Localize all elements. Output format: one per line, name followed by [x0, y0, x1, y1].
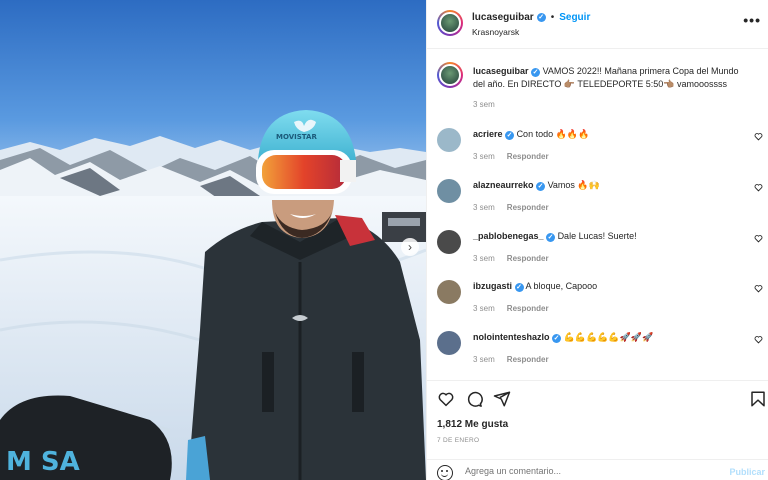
separator-dot: •: [550, 12, 555, 23]
caption-time[interactable]: 3 sem: [473, 100, 495, 109]
comment-meta: 3 sem Responder: [473, 203, 549, 212]
comment-username[interactable]: ibzugasti: [473, 281, 512, 291]
verified-badge-icon: ✓: [531, 68, 541, 77]
comment-text: Vamos 🔥🙌: [547, 180, 600, 190]
share-icon[interactable]: [493, 390, 511, 408]
comment-text: A bloque, Capooo: [525, 281, 598, 291]
next-photo-button[interactable]: ›: [401, 238, 419, 256]
author-username[interactable]: lucaseguibar: [472, 12, 534, 23]
comment-username[interactable]: alazneaurreko: [473, 180, 534, 190]
post-header: lucaseguibar ✓ • Seguir Krasnoyarsk •••: [427, 0, 768, 49]
comment-username[interactable]: _pablobenegas_: [473, 231, 544, 241]
comments-list: lucaseguibar ✓ VAMOS 2022!! Mañana prime…: [427, 50, 768, 378]
post-date: 7 DE ENERO: [437, 437, 480, 444]
publish-button[interactable]: Publicar: [729, 467, 765, 477]
comment-time[interactable]: 3 sem: [473, 304, 495, 313]
reply-button[interactable]: Responder: [507, 203, 549, 212]
heart-icon[interactable]: [437, 390, 455, 408]
comment-body: nolointenteshazlo ✓ 💪💪💪💪💪🚀🚀🚀: [473, 331, 743, 344]
photo-illustration: M SA MOVISTAR: [0, 0, 426, 480]
comment-body: ibzugasti ✓ A bloque, Capooo: [473, 280, 743, 293]
comment-icon[interactable]: [465, 390, 483, 408]
comment-input[interactable]: [465, 466, 695, 476]
reply-button[interactable]: Responder: [507, 152, 549, 161]
comment-body: alazneaurreko ✓ Vamos 🔥🙌: [473, 179, 743, 192]
caption-body: lucaseguibar ✓ VAMOS 2022!! Mañana prime…: [473, 65, 743, 91]
bookmark-icon[interactable]: [749, 390, 767, 408]
comment-like-icon[interactable]: [754, 234, 763, 243]
comment-avatar[interactable]: [437, 128, 461, 152]
post-panel: lucaseguibar ✓ • Seguir Krasnoyarsk ••• …: [426, 0, 768, 480]
verified-badge-icon: ✓: [514, 283, 524, 292]
chevron-right-icon: ›: [408, 240, 412, 254]
caption-avatar[interactable]: [437, 62, 463, 88]
comment-avatar[interactable]: [437, 331, 461, 355]
author-line: lucaseguibar ✓ • Seguir: [472, 12, 590, 23]
comment-text: 💪💪💪💪💪🚀🚀🚀: [563, 332, 654, 342]
comment-like-icon[interactable]: [754, 132, 763, 141]
reply-button[interactable]: Responder: [507, 304, 549, 313]
comment-time[interactable]: 3 sem: [473, 254, 495, 263]
caption-meta: 3 sem: [473, 100, 495, 109]
helmet-text: MOVISTAR: [276, 133, 317, 141]
comment-username[interactable]: nolointenteshazlo: [473, 332, 550, 342]
comment-like-icon[interactable]: [754, 335, 763, 344]
reply-button[interactable]: Responder: [507, 254, 549, 263]
verified-badge-icon: ✓: [536, 13, 546, 22]
post-photo: M SA MOVISTAR ›: [0, 0, 426, 480]
comment-meta: 3 sem Responder: [473, 254, 549, 263]
reply-button[interactable]: Responder: [507, 355, 549, 364]
caption-username[interactable]: lucaseguibar: [473, 66, 529, 76]
verified-badge-icon: ✓: [505, 131, 515, 140]
comment-like-icon[interactable]: [754, 183, 763, 192]
verified-badge-icon: ✓: [546, 233, 556, 242]
comment-time[interactable]: 3 sem: [473, 203, 495, 212]
post-location[interactable]: Krasnoyarsk: [472, 27, 519, 37]
comment-time[interactable]: 3 sem: [473, 355, 495, 364]
more-options-icon[interactable]: •••: [743, 12, 761, 28]
comment-meta: 3 sem Responder: [473, 304, 549, 313]
comment-meta: 3 sem Responder: [473, 152, 549, 161]
comment-avatar[interactable]: [437, 280, 461, 304]
comment-body: _pablobenegas_ ✓ Dale Lucas! Suerte!: [473, 230, 743, 243]
verified-badge-icon: ✓: [536, 182, 546, 191]
comment-composer: Publicar: [427, 459, 768, 480]
follow-button[interactable]: Seguir: [559, 12, 590, 23]
author-avatar[interactable]: [437, 10, 463, 36]
likes-count[interactable]: 1,812 Me gusta: [437, 419, 508, 430]
comment-avatar[interactable]: [437, 179, 461, 203]
comment-avatar[interactable]: [437, 230, 461, 254]
post-actions: 1,812 Me gusta 7 DE ENERO Publicar: [427, 380, 768, 480]
emoji-icon[interactable]: [437, 465, 453, 480]
comment-like-icon[interactable]: [754, 284, 763, 293]
comment-text: Con todo 🔥🔥🔥: [516, 129, 590, 139]
comment-body: acriere ✓ Con todo 🔥🔥🔥: [473, 128, 743, 141]
snowboard-logo-text: M SA: [6, 447, 80, 477]
comment-time[interactable]: 3 sem: [473, 152, 495, 161]
verified-badge-icon: ✓: [552, 334, 562, 343]
comment-text: Dale Lucas! Suerte!: [557, 231, 637, 241]
comment-meta: 3 sem Responder: [473, 355, 549, 364]
comment-username[interactable]: acriere: [473, 129, 503, 139]
